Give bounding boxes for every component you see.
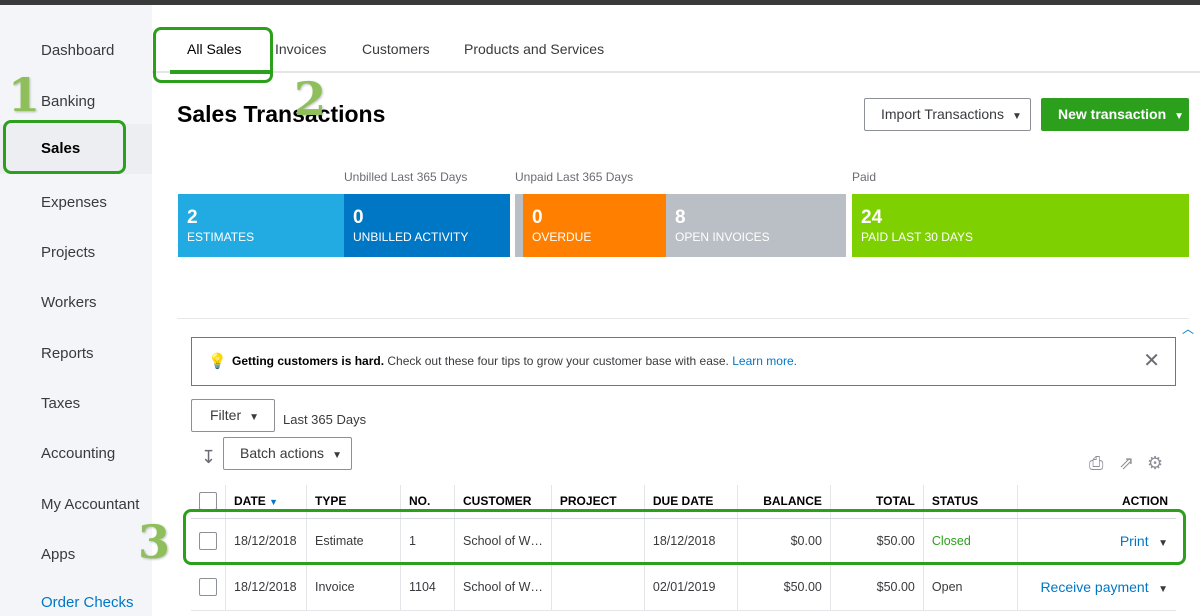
sort-arrow-icon[interactable]: ↧: [201, 447, 216, 468]
sidebar-item-taxes[interactable]: Taxes: [41, 395, 80, 412]
cell-action: Receive payment ▼: [1017, 564, 1176, 611]
sidebar-item-banking[interactable]: Banking: [41, 93, 95, 110]
tip-text: Check out these four tips to grow your c…: [387, 354, 729, 368]
learn-more-link[interactable]: Learn more.: [732, 354, 797, 368]
stat-overdue-count: 0: [532, 207, 543, 228]
sidebar-item-expenses[interactable]: Expenses: [41, 194, 107, 211]
cell-balance: $50.00: [737, 564, 831, 611]
cell-project: [551, 564, 645, 611]
cell-type: Invoice: [306, 564, 401, 611]
tab-customers[interactable]: Customers: [362, 41, 430, 57]
cell-due-date: 02/01/2019: [644, 564, 738, 611]
transactions-card: 💡 Getting customers is hard. Check out t…: [177, 318, 1189, 616]
page-title: Sales Transactions: [177, 101, 386, 127]
stat-open-invoices-label: OPEN INVOICES: [675, 230, 770, 244]
chevron-down-icon[interactable]: ▼: [1158, 584, 1168, 595]
scroll-up-icon[interactable]: ︿: [1182, 320, 1194, 337]
annotation-number-3: 3: [138, 515, 171, 569]
stat-open-invoices[interactable]: 8 OPEN INVOICES: [666, 194, 846, 257]
sidebar-item-dashboard[interactable]: Dashboard: [41, 42, 114, 59]
gear-icon[interactable]: ⚙: [1147, 453, 1163, 474]
import-transactions-label: Import Transactions: [881, 106, 1004, 122]
column-date-label: DATE: [234, 494, 266, 509]
sidebar-item-accounting[interactable]: Accounting: [41, 445, 115, 462]
annotation-box-all-sales: [153, 27, 273, 83]
new-transaction-label: New transaction: [1058, 106, 1167, 122]
new-transaction-button[interactable]: New transaction ▼: [1041, 98, 1189, 131]
cell-customer: School of W…: [454, 564, 552, 611]
chevron-down-icon: ▼: [1174, 111, 1185, 122]
annotation-number-1: 1: [8, 68, 41, 122]
stat-overdue-label: OVERDUE: [532, 230, 592, 244]
tab-products-and-services[interactable]: Products and Services: [464, 41, 604, 57]
sidebar-item-order-checks[interactable]: Order Checks: [41, 594, 134, 611]
stat-unbilled-label: UNBILLED ACTIVITY: [353, 230, 469, 244]
cell-status: Open: [923, 564, 1018, 611]
chevron-down-icon: ▼: [1011, 111, 1022, 122]
stat-paid-label: PAID LAST 30 DAYS: [861, 230, 974, 244]
tab-invoices[interactable]: Invoices: [275, 41, 326, 57]
unpaid-header: Unpaid Last 365 Days: [515, 170, 634, 184]
unbilled-header: Unbilled Last 365 Days: [344, 170, 468, 184]
stat-estimates-count: 2: [187, 207, 198, 228]
export-icon[interactable]: ⇗: [1119, 453, 1134, 474]
close-icon[interactable]: ✕: [1143, 338, 1160, 385]
chevron-down-icon: ▼: [249, 412, 260, 423]
stat-unbilled-count: 0: [353, 207, 364, 228]
filter-button[interactable]: Filter ▼: [191, 399, 275, 432]
cell-date: 18/12/2018: [225, 564, 307, 611]
sidebar-item-my-accountant[interactable]: My Accountant: [41, 496, 139, 513]
filter-label: Filter: [210, 407, 242, 423]
import-transactions-button[interactable]: Import Transactions ▼: [864, 98, 1031, 131]
row-checkbox[interactable]: [199, 578, 217, 596]
row-select-cell: [191, 564, 226, 611]
print-icon[interactable]: ⎙: [1089, 453, 1103, 474]
stat-unbilled-activity[interactable]: 0 UNBILLED ACTIVITY: [344, 194, 510, 257]
chevron-down-icon: ▼: [332, 450, 342, 461]
paid-header: Paid: [852, 170, 877, 184]
cell-total: $50.00: [830, 564, 924, 611]
tab-bar: All Sales Invoices Customers Products an…: [152, 5, 1200, 74]
sidebar-item-projects[interactable]: Projects: [41, 244, 95, 261]
annotation-box-sales: [3, 120, 126, 174]
annotation-box-estimate-row: [183, 509, 1186, 565]
tip-banner: 💡 Getting customers is hard. Check out t…: [191, 337, 1176, 386]
stat-open-invoices-count: 8: [675, 207, 686, 228]
sidebar-item-reports[interactable]: Reports: [41, 345, 94, 362]
stat-estimates[interactable]: 2 ESTIMATES: [178, 194, 344, 257]
table-row[interactable]: 18/12/2018 Invoice 1104 School of W… 02/…: [191, 564, 1176, 611]
batch-actions-label: Batch actions: [240, 445, 325, 461]
annotation-number-2: 2: [294, 72, 327, 126]
overdue-bar-accent: [515, 194, 523, 257]
tip-heading: Getting customers is hard.: [232, 354, 385, 368]
sidebar-item-workers[interactable]: Workers: [41, 294, 97, 311]
sort-down-icon: ▼: [269, 497, 279, 508]
cell-no: 1104: [400, 564, 455, 611]
stat-paid[interactable]: 24 PAID LAST 30 DAYS: [852, 194, 1189, 257]
stat-paid-count: 24: [861, 207, 883, 228]
receive-payment-action-link[interactable]: Receive payment: [1040, 579, 1148, 595]
stat-estimates-label: ESTIMATES: [187, 230, 255, 244]
select-all-checkbox[interactable]: [199, 492, 217, 511]
lightbulb-icon: 💡: [208, 353, 227, 370]
filter-range-label: Last 365 Days: [283, 412, 367, 427]
sidebar-item-apps[interactable]: Apps: [41, 546, 75, 563]
batch-actions-button[interactable]: Batch actions ▼: [223, 437, 352, 470]
stat-overdue[interactable]: 0 OVERDUE: [523, 194, 666, 257]
